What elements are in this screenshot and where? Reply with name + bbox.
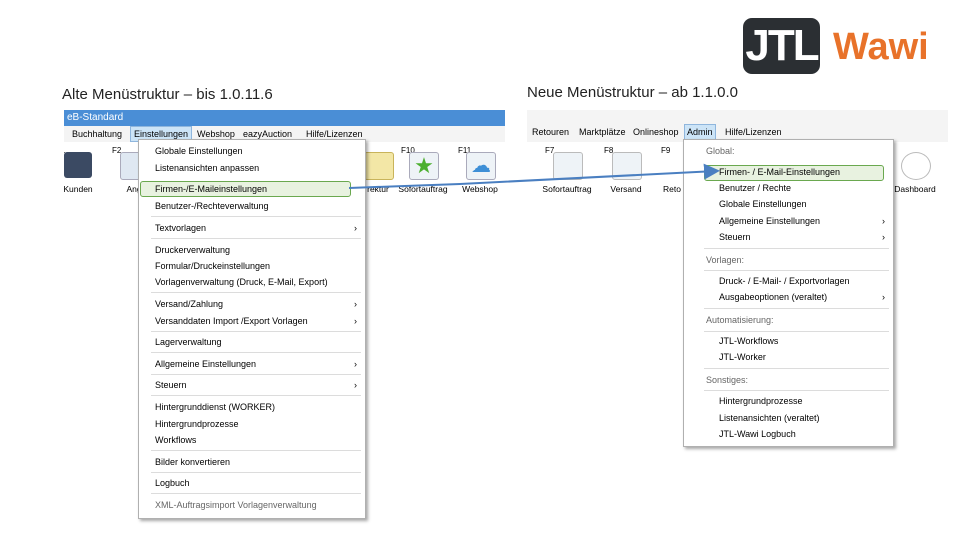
connector-arrow <box>348 163 720 189</box>
